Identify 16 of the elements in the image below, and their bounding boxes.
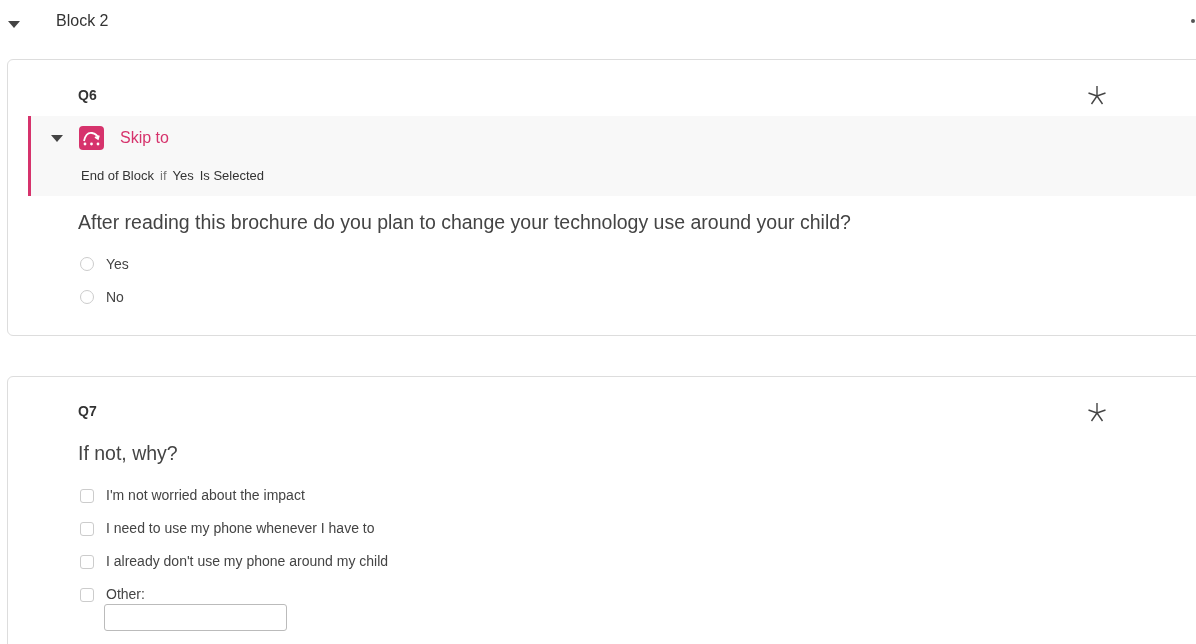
choice-label: No	[106, 287, 124, 307]
choice-label: Other:	[106, 585, 145, 604]
connector-text: if	[160, 168, 167, 183]
choice-label: I already don't use my phone around my child	[106, 552, 389, 571]
block-title: Block 2	[56, 11, 109, 31]
question-number: Q7	[78, 402, 97, 422]
condition-text[interactable]: Is Selected	[199, 168, 265, 183]
choice-label: I'm not worried about the impact	[106, 486, 305, 505]
question-text: After reading this brochure do you plan to change your technology use around your child?	[77, 209, 852, 235]
destination-text[interactable]: End of Block	[81, 168, 154, 183]
skip-to-label[interactable]: Skip to	[120, 126, 169, 150]
question-text: If not, why?	[77, 440, 179, 466]
choice-label: Yes	[106, 254, 129, 274]
choice-label: I need to use my phone whenever I have to	[106, 519, 375, 538]
choice-text[interactable]: Yes	[172, 168, 194, 183]
question-number: Q6	[78, 85, 97, 105]
